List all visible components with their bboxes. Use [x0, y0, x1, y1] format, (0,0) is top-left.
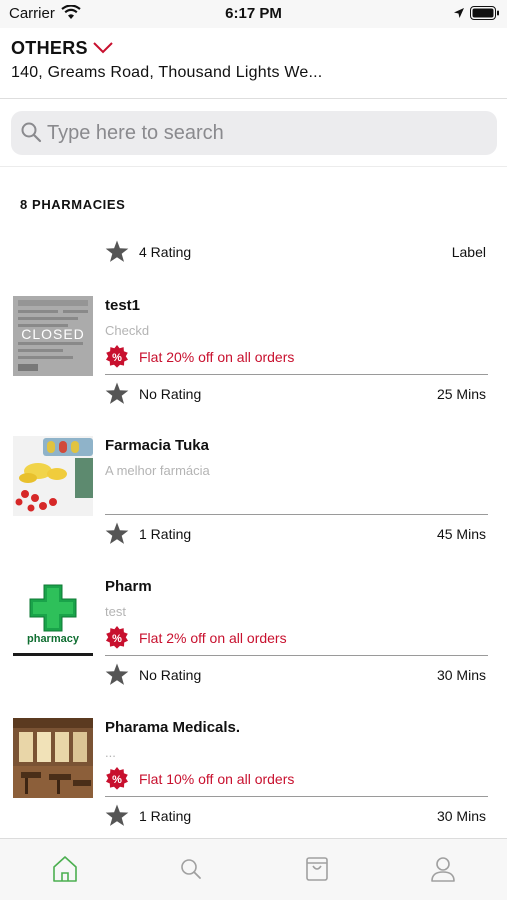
pharmacy-description: ...: [105, 745, 116, 760]
pharmacy-count-title: 8 PHARMACIES: [20, 197, 126, 212]
interior-photo-thumbnail: [13, 718, 93, 798]
tab-home[interactable]: [2, 839, 128, 900]
pills-thumbnail: [13, 436, 93, 516]
pharmacy-description: test: [105, 604, 126, 619]
delivery-time: 30 Mins: [436, 667, 486, 683]
location-header[interactable]: OTHERS 140, Greams Road, Thousand Lights…: [0, 28, 507, 99]
profile-icon[interactable]: [430, 855, 456, 883]
pharmacy-list[interactable]: 4 Rating Label CLOSED test1 Checkd % Fla…: [0, 232, 507, 838]
rating-text: No Rating: [139, 667, 202, 683]
search-box[interactable]: [11, 111, 497, 155]
percent-badge-icon: %: [106, 626, 128, 649]
star-icon: [105, 382, 129, 404]
rating-text: 4 Rating: [139, 244, 192, 260]
orders-bag-icon[interactable]: [304, 855, 330, 883]
tab-orders[interactable]: [254, 839, 380, 900]
star-icon: [105, 240, 129, 262]
rating-row: 1 Rating 45 Mins: [105, 514, 488, 554]
status-bar: Carrier 6:17 PM: [0, 0, 507, 28]
status-time: 6:17 PM: [225, 5, 282, 22]
battery-icon: [470, 6, 499, 20]
closed-store-thumbnail: CLOSED: [13, 296, 93, 376]
meta-label: Label: [451, 244, 486, 260]
rating-row: 4 Rating Label: [105, 232, 488, 272]
pharmacy-name[interactable]: Pharama Medicals.: [105, 719, 240, 736]
svg-text:%: %: [112, 633, 122, 645]
home-icon[interactable]: [52, 855, 78, 883]
search-area: [0, 99, 507, 167]
delivery-time: 30 Mins: [436, 808, 486, 824]
search-input[interactable]: [47, 111, 487, 155]
delivery-address[interactable]: 140, Greams Road, Thousand Lights We...: [11, 64, 322, 82]
pharmacy-logo-text: pharmacy: [27, 633, 79, 645]
rating-text: 1 Rating: [139, 808, 192, 824]
tab-bar: [0, 838, 507, 900]
svg-text:%: %: [112, 774, 122, 786]
closed-overlay-text: CLOSED: [21, 326, 85, 342]
rating-row: No Rating 30 Mins: [105, 655, 488, 695]
star-icon: [105, 804, 129, 826]
search-icon[interactable]: [178, 855, 204, 883]
star-icon: [105, 522, 129, 544]
percent-badge-icon: %: [106, 767, 128, 790]
rating-text: No Rating: [139, 386, 202, 402]
tab-search[interactable]: [128, 839, 254, 900]
delivery-time: 25 Mins: [436, 386, 486, 402]
rating-row: No Rating 25 Mins: [105, 374, 488, 414]
tab-profile[interactable]: [380, 839, 506, 900]
pharmacy-name[interactable]: test1: [105, 297, 140, 314]
pharmacy-description: Checkd: [105, 323, 150, 338]
svg-text:%: %: [112, 352, 122, 364]
search-icon: [21, 122, 42, 143]
location-label[interactable]: OTHERS: [11, 38, 88, 59]
location-arrow-icon: [454, 8, 464, 18]
percent-badge-icon: %: [106, 345, 128, 368]
pharmacy-cross-logo: pharmacy: [13, 577, 93, 657]
chevron-down-icon[interactable]: [92, 41, 114, 55]
offer-text: Flat 20% off on all orders: [139, 349, 295, 365]
delivery-time: 45 Mins: [436, 526, 486, 542]
star-icon: [105, 663, 129, 685]
rating-row: 1 Rating 30 Mins: [105, 796, 488, 836]
pharmacy-description: A melhor farmácia: [105, 463, 210, 478]
pharmacy-name[interactable]: Farmacia Tuka: [105, 437, 209, 454]
pharmacy-name[interactable]: Pharm: [105, 578, 152, 595]
rating-text: 1 Rating: [139, 526, 192, 542]
offer-text: Flat 10% off on all orders: [139, 771, 295, 787]
offer-text: Flat 2% off on all orders: [139, 630, 287, 646]
